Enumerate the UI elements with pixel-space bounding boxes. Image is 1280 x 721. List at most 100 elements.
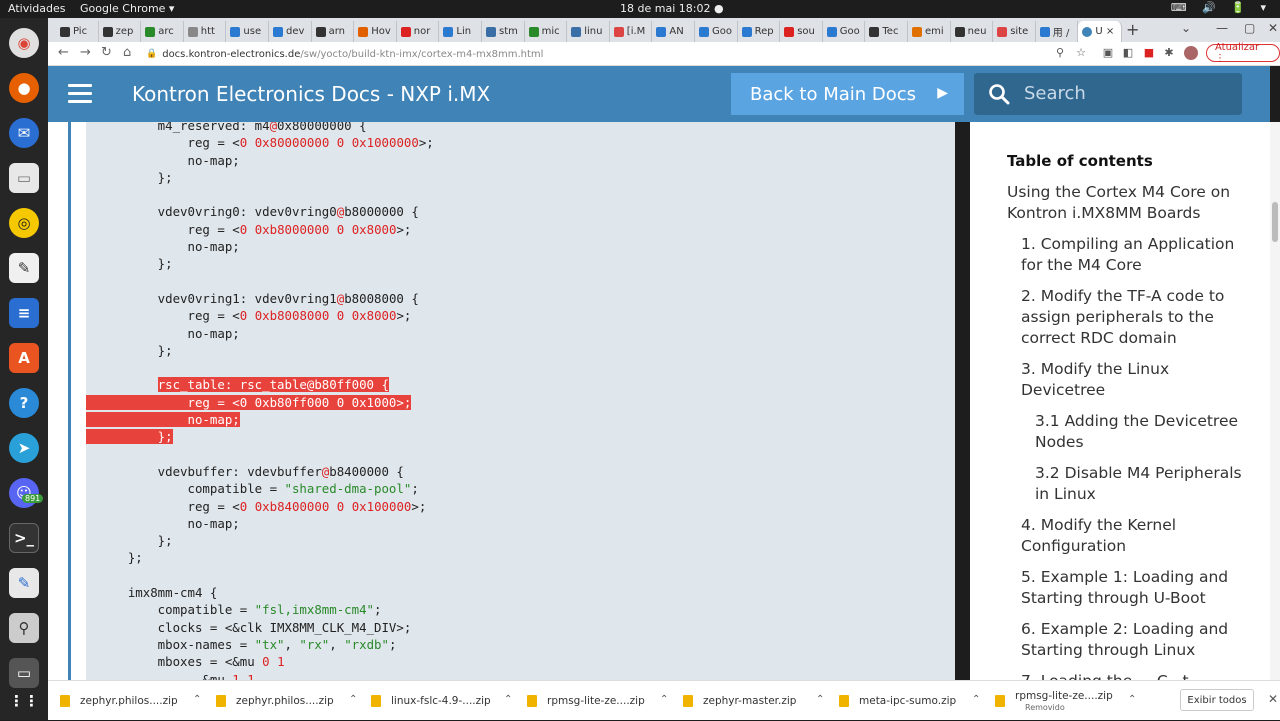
notes-icon[interactable]: ✎ <box>9 568 39 598</box>
search-box[interactable] <box>974 73 1242 115</box>
cast-icon[interactable]: ▣ <box>1101 46 1115 60</box>
browser-tab[interactable]: Tec <box>865 21 908 42</box>
code-line: mbox-names = "tx", "rx", "rxdb"; <box>98 636 397 652</box>
reload-icon[interactable]: ↻ <box>101 45 112 60</box>
scrollbar-thumb[interactable] <box>1272 202 1278 242</box>
puzzle-icon[interactable]: ✱ <box>1162 46 1176 60</box>
browser-tab[interactable]: Goo <box>823 21 866 42</box>
chevron-up-icon[interactable]: ⌃ <box>193 694 201 705</box>
download-item[interactable]: rpmsg-lite-ze....zip ⌃ <box>527 681 677 721</box>
update-button[interactable]: Atualizar ⋮ <box>1206 42 1280 64</box>
writer-icon[interactable]: ≡ <box>9 298 39 328</box>
maximize-icon[interactable]: ▢ <box>1244 21 1255 35</box>
browser-tab[interactable]: Pic <box>56 21 99 42</box>
download-item[interactable]: meta-ipc-sumo.zip ⌃ <box>839 681 989 721</box>
browser-tab[interactable]: mic <box>525 21 568 42</box>
browser-tab[interactable]: linu <box>567 21 610 42</box>
text-editor-icon[interactable]: ✎ <box>9 253 39 283</box>
chevron-up-icon[interactable]: ⌃ <box>1128 694 1136 705</box>
trash-icon[interactable]: ▭ <box>9 658 39 688</box>
chevron-up-icon[interactable]: ⌃ <box>972 694 980 705</box>
extension-icon[interactable]: ◧ <box>1121 46 1135 60</box>
download-item[interactable]: linux-fslc-4.9-....zip ⌃ <box>371 681 521 721</box>
show-all-downloads-button[interactable]: Exibir todos <box>1180 689 1254 711</box>
files-icon[interactable]: ▭ <box>9 163 39 193</box>
browser-tab[interactable]: arc <box>141 21 184 42</box>
system-tray[interactable]: ⌨ 🔊 🔋 ▾ <box>1171 1 1272 14</box>
chevron-up-icon[interactable]: ⌃ <box>504 694 512 705</box>
browser-tab[interactable]: site <box>993 21 1036 42</box>
clock[interactable]: 18 de mai 18:02 ● <box>620 2 730 15</box>
toc-link[interactable]: 3. Modify the Linux Devicetree <box>1021 359 1247 401</box>
code-block[interactable]: m4_reserved: m4@0x80000000 { reg = <0 0x… <box>86 122 955 680</box>
browser-tab[interactable]: Goo <box>695 21 738 42</box>
chevron-up-icon[interactable]: ⌃ <box>816 694 824 705</box>
close-icon[interactable]: ✕ <box>1268 692 1278 706</box>
active-browser-tab[interactable]: U × <box>1078 21 1123 42</box>
page-scrollbar[interactable] <box>1270 122 1280 680</box>
browser-tab[interactable]: arn <box>312 21 355 42</box>
browser-tab[interactable]: AN <box>652 21 695 42</box>
chevron-up-icon[interactable]: ⌃ <box>349 694 357 705</box>
site-title[interactable]: Kontron Electronics Docs - NXP i.MX <box>132 82 490 106</box>
search-input[interactable] <box>1024 83 1224 104</box>
address-bar[interactable]: 🔒 docs.kontron-electronics.de/sw/yocto/b… <box>146 45 1046 63</box>
tab-label: use <box>243 26 262 37</box>
chrome-icon[interactable]: ◉ <box>9 28 39 58</box>
tab-favicon-icon <box>826 26 837 37</box>
app-menu[interactable]: Google Chrome ▾ <box>80 2 174 15</box>
browser-tab[interactable]: use <box>226 21 269 42</box>
app-grid-icon[interactable]: ⋮⋮ <box>9 686 39 716</box>
download-item[interactable]: zephyr-master.zip ⌃ <box>683 681 833 721</box>
firefox-icon[interactable]: ● <box>9 73 39 103</box>
discord-icon[interactable]: ☺ <box>9 478 39 508</box>
minimize-icon[interactable]: — <box>1216 21 1228 35</box>
download-item[interactable]: rpmsg-lite-ze....zip Removido ⌃ <box>995 681 1145 721</box>
toc-link[interactable]: 7. Loading the ... C ..t <box>1021 671 1247 680</box>
bookmark-star-icon[interactable]: ☆ <box>1074 46 1088 60</box>
home-icon[interactable]: ⌂ <box>123 45 131 60</box>
browser-tab[interactable]: [i.M <box>610 21 653 42</box>
window-close-icon[interactable]: ✕ <box>1268 21 1278 35</box>
toc-link[interactable]: 1. Compiling an Application for the M4 C… <box>1021 234 1247 276</box>
thunderbird-icon[interactable]: ✉ <box>9 118 39 148</box>
zoom-icon[interactable]: ⚲ <box>1053 46 1067 60</box>
new-tab-button[interactable]: + <box>1126 20 1139 39</box>
back-arrow-icon[interactable]: ← <box>58 45 69 60</box>
browser-tab[interactable]: dev <box>269 21 312 42</box>
toc-link[interactable]: 5. Example 1: Loading and Starting throu… <box>1021 567 1247 609</box>
rhythmbox-icon[interactable]: ◎ <box>9 208 39 238</box>
toc-link[interactable]: 4. Modify the Kernel Configuration <box>1021 515 1247 557</box>
toc-link[interactable]: 6. Example 2: Loading and Starting throu… <box>1021 619 1247 661</box>
profile-avatar[interactable] <box>1184 46 1198 60</box>
back-to-main-docs-button[interactable]: Back to Main Docs ▶ <box>731 73 964 115</box>
browser-tab[interactable]: emi <box>908 21 951 42</box>
browser-tab[interactable]: sou <box>780 21 823 42</box>
menu-icon[interactable] <box>68 84 92 104</box>
chevron-up-icon[interactable]: ⌃ <box>660 694 668 705</box>
software-icon[interactable]: A <box>9 343 39 373</box>
toc-link[interactable]: Using the Cortex M4 Core on Kontron i.MX… <box>1007 182 1247 224</box>
tab-search-icon[interactable]: ⌄ <box>1181 21 1191 35</box>
browser-tab[interactable]: Lin <box>439 21 482 42</box>
browser-tab[interactable]: Rep <box>738 21 781 42</box>
recording-icon[interactable]: ■ <box>1142 46 1156 60</box>
magnifier-icon[interactable]: ⚲ <box>9 613 39 643</box>
browser-tab[interactable]: Hov <box>354 21 397 42</box>
activities-button[interactable]: Atividades <box>8 2 65 15</box>
forward-arrow-icon[interactable]: → <box>80 45 91 60</box>
toc-link[interactable]: 2. Modify the TF-A code to assign periph… <box>1021 286 1247 349</box>
download-item[interactable]: zephyr.philos....zip ⌃ <box>216 681 366 721</box>
telegram-icon[interactable]: ➤ <box>9 433 39 463</box>
browser-tab[interactable]: 用 / <box>1036 21 1079 42</box>
browser-tab[interactable]: zep <box>99 21 142 42</box>
browser-tab[interactable]: stm <box>482 21 525 42</box>
download-item[interactable]: zephyr.philos....zip ⌃ <box>60 681 210 721</box>
help-icon[interactable]: ? <box>9 388 39 418</box>
browser-tab[interactable]: nor <box>397 21 440 42</box>
terminal-icon[interactable]: >_ <box>9 523 39 553</box>
browser-tab[interactable]: neu <box>951 21 994 42</box>
browser-tab[interactable]: htt <box>184 21 227 42</box>
toc-link[interactable]: 3.1 Adding the Devicetree Nodes <box>1035 411 1247 453</box>
toc-link[interactable]: 3.2 Disable M4 Peripherals in Linux <box>1035 463 1247 505</box>
